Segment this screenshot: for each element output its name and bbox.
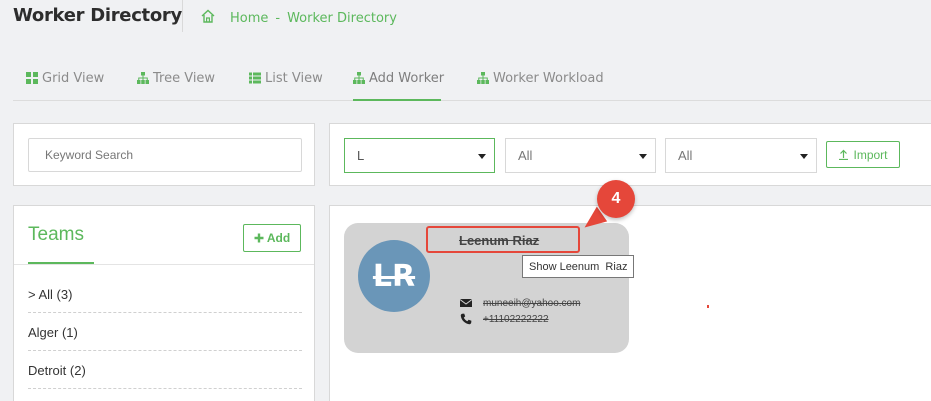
breadcrumb: Home - Worker Directory: [200, 8, 397, 28]
annotation-step-badge: 4: [597, 180, 635, 218]
add-team-button-label: Add: [266, 231, 291, 245]
worker-phone-row: +11102222222: [460, 313, 549, 325]
filter-select-value: All: [518, 148, 533, 163]
filter-select-value: L: [357, 148, 365, 163]
worker-email: muneeih@yahoo.com: [483, 297, 581, 309]
workers-panel: LR Leenum Riaz muneeih@yahoo.com +111022…: [329, 205, 931, 401]
breadcrumb-separator: -: [275, 10, 281, 26]
plus-icon: [254, 233, 264, 243]
filter-select-value: All: [678, 148, 693, 163]
import-button-label: Import: [853, 147, 888, 162]
grid-icon: [26, 72, 38, 84]
tab-label: Worker Workload: [493, 70, 604, 86]
tab-worker-workload[interactable]: Worker Workload: [477, 70, 604, 86]
breadcrumb-current: Worker Directory: [287, 10, 397, 26]
header-divider: [182, 0, 183, 32]
sitemap-icon: [137, 72, 149, 84]
caret-down-icon: [478, 154, 486, 159]
filter-select-second[interactable]: All: [505, 138, 656, 173]
tab-add-worker[interactable]: Add Worker: [353, 70, 444, 86]
breadcrumb-home-link[interactable]: Home: [230, 11, 268, 26]
filter-panel: L All All Import: [329, 123, 931, 186]
worker-phone: +11102222222: [483, 313, 549, 325]
teams-title: Teams: [28, 224, 84, 245]
teams-header-divider: [14, 264, 314, 265]
filter-select-third[interactable]: All: [665, 138, 817, 173]
teams-panel: Teams Add > All (3) Alger (1) Detroit (2…: [13, 205, 315, 401]
team-item-alger[interactable]: Alger (1): [28, 313, 302, 351]
avatar: LR: [358, 240, 430, 312]
filter-select-letter[interactable]: L: [344, 138, 495, 173]
team-item-all[interactable]: > All (3): [28, 275, 302, 313]
add-team-button[interactable]: Add: [243, 224, 301, 252]
caret-down-icon: [800, 154, 808, 159]
worker-name-tooltip: Show Leenum Riaz: [522, 255, 635, 278]
stray-mark: [707, 305, 709, 308]
search-panel: [13, 123, 315, 186]
tab-label: Tree View: [153, 70, 216, 86]
phone-icon: [460, 313, 472, 325]
home-icon[interactable]: [200, 8, 230, 28]
upload-icon: [839, 149, 849, 160]
tab-tree-view[interactable]: Tree View: [137, 70, 215, 86]
page-title: Worker Directory: [13, 5, 182, 26]
tab-grid-view[interactable]: Grid View: [26, 70, 104, 86]
sitemap-icon: [477, 72, 489, 84]
tab-list-view[interactable]: List View: [249, 70, 323, 86]
sitemap-icon: [353, 72, 365, 84]
team-item-detroit[interactable]: Detroit (2): [28, 351, 302, 389]
tab-label: Grid View: [42, 70, 105, 86]
active-tab-underline: [353, 99, 441, 101]
keyword-search-input[interactable]: [28, 138, 302, 172]
list-icon: [249, 72, 261, 84]
import-button[interactable]: Import: [826, 141, 900, 168]
tab-label: Add Worker: [369, 70, 445, 86]
worker-email-row: muneeih@yahoo.com: [460, 297, 580, 309]
annotation-highlight-box: [426, 226, 580, 253]
tab-label: List View: [265, 70, 323, 86]
page-header: Worker Directory Home - Worker Directory: [0, 0, 931, 34]
view-tabs: Grid View Tree View List View Add Worker…: [13, 60, 931, 101]
envelope-icon: [460, 299, 472, 307]
caret-down-icon: [639, 154, 647, 159]
